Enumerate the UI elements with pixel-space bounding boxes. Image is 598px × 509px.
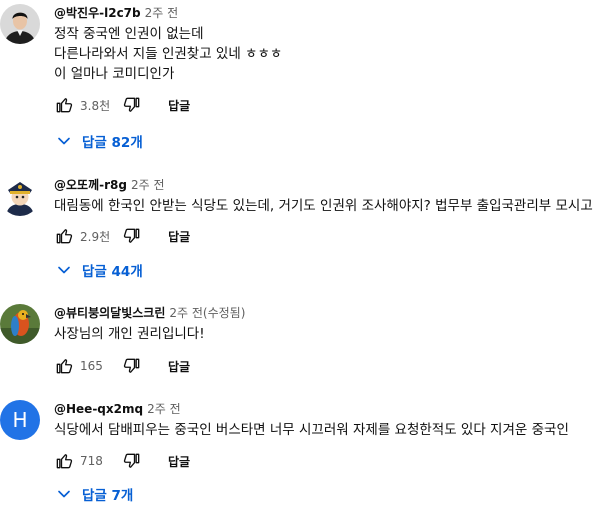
dislike-button[interactable] (122, 356, 142, 376)
thumbs-up-icon (56, 359, 73, 374)
comment-text: 정작 중국엔 인권이 없는데 다른나라와서 지들 인권찾고 있네 ㅎㅎㅎ 이 얼… (54, 26, 283, 82)
dislike-button[interactable] (122, 95, 142, 115)
reply-button[interactable]: 답글 (168, 453, 190, 470)
like-count: 165 (80, 359, 103, 373)
view-replies-button[interactable]: 답글 7개 (54, 479, 133, 509)
like-button[interactable] (54, 95, 74, 115)
view-replies-button[interactable]: 답글 82개 (54, 126, 143, 156)
avatar[interactable] (0, 304, 40, 344)
comment-text: 사장님의 개인 권리입니다! (54, 326, 205, 342)
reply-button[interactable]: 답글 (168, 228, 190, 245)
comment-actions: 3.8천 답글 (54, 91, 190, 119)
like-count: 3.8천 (80, 98, 111, 113)
thumbs-down-icon (123, 97, 140, 112)
comment-time[interactable]: 2주 전 (131, 178, 165, 192)
replies-count: 답글 82개 (82, 135, 143, 151)
comment-time[interactable]: 2주 전(수정됨) (169, 306, 245, 320)
avatar[interactable] (0, 4, 40, 44)
comment-actions: 718 답글 (54, 447, 190, 475)
like-button[interactable] (54, 451, 74, 471)
reply-button[interactable]: 답글 (168, 97, 190, 114)
avatar[interactable] (0, 176, 40, 216)
like-button[interactable] (54, 356, 74, 376)
avatar-photo (0, 304, 40, 344)
replies-count: 답글 7개 (82, 488, 134, 504)
comment-text: 식당에서 담배피우는 중국인 버스타면 너무 시끄러워 자제를 요청한적도 있다… (54, 422, 569, 438)
comment-time[interactable]: 2주 전 (145, 6, 179, 20)
avatar-photo (0, 4, 40, 44)
chevron-down-icon (58, 266, 70, 274)
comment-author[interactable]: @Hee-qx2mq (54, 402, 143, 416)
avatar-letter: H (12, 408, 28, 432)
comment-author[interactable]: @박진우-l2c7b (54, 6, 141, 20)
thumbs-up-icon (56, 454, 73, 469)
like-count: 2.9천 (80, 229, 111, 244)
dislike-button[interactable] (122, 226, 142, 246)
avatar-photo (0, 176, 40, 216)
thumbs-down-icon (123, 358, 140, 373)
comment-author[interactable]: @오또께-r8g (54, 178, 127, 192)
thumbs-up-icon (56, 98, 73, 113)
view-replies-button[interactable]: 답글 44개 (54, 255, 143, 285)
reply-button[interactable]: 답글 (168, 358, 190, 375)
chevron-down-icon (58, 490, 70, 498)
comment-time[interactable]: 2주 전 (147, 402, 181, 416)
replies-count: 답글 44개 (82, 264, 143, 280)
thumbs-up-icon (56, 229, 73, 244)
comment-actions: 165 답글 (54, 352, 190, 380)
like-count: 718 (80, 454, 103, 468)
comment-text: 대림동에 한국인 안받는 식당도 있는데, 거기도 인권위 조사해야지? 법무부… (54, 198, 593, 214)
comment-actions: 2.9천 답글 (54, 222, 190, 250)
chevron-down-icon (58, 137, 70, 145)
like-button[interactable] (54, 226, 74, 246)
avatar[interactable]: H (0, 400, 40, 440)
dislike-button[interactable] (122, 451, 142, 471)
comment-author[interactable]: @뷰티붕의달빛스크린 (54, 306, 165, 320)
thumbs-down-icon (123, 228, 140, 243)
thumbs-down-icon (123, 453, 140, 468)
